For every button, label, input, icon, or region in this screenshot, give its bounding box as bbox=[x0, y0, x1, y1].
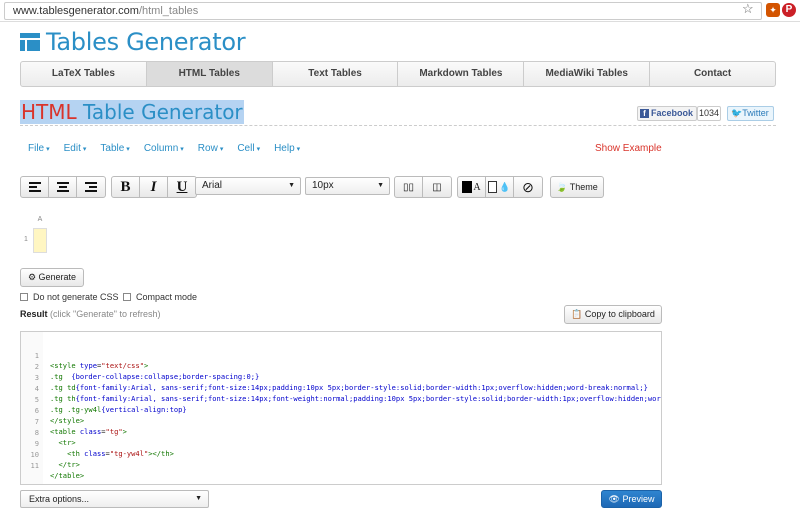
clipboard-icon: 📋 bbox=[571, 309, 583, 319]
format-group: B I U bbox=[111, 176, 197, 198]
column-header: A bbox=[37, 216, 43, 223]
menu-bar: File ▾ Edit ▾ Table ▾ Column ▾ Row ▾ Cell ▾ He… bbox=[28, 143, 314, 155]
code-line: 7 <table class="tg"> bbox=[34, 417, 127, 436]
tab-contact[interactable]: Contact bbox=[650, 62, 775, 86]
menu-edit[interactable]: Edit ▾ bbox=[64, 143, 87, 155]
font-size-select[interactable]: 10px ▼ bbox=[305, 177, 390, 195]
copy-to-clipboard-button[interactable]: 📋 Copy to clipboard bbox=[564, 305, 662, 324]
tab-markdown-tables[interactable]: Markdown Tables bbox=[398, 62, 525, 86]
tab-html-tables[interactable]: HTML Tables bbox=[146, 62, 273, 86]
code-line: 9 <th class="tg-yw4l"></th> bbox=[34, 439, 174, 458]
menu-cell[interactable]: Cell ▾ bbox=[237, 143, 260, 155]
no-css-checkbox[interactable] bbox=[20, 293, 28, 301]
text-color-button[interactable]: A bbox=[458, 177, 486, 197]
twitter-share-button[interactable]: 🐦Twitter bbox=[727, 106, 774, 121]
align-center-icon bbox=[56, 182, 69, 192]
leaf-icon: 🍃 bbox=[556, 182, 568, 192]
code-line: 1 <style type="text/css"> bbox=[34, 351, 149, 370]
url-text[interactable]: www.tablesgenerator.com/html_tables bbox=[13, 5, 198, 17]
preview-button[interactable]: 👁 Preview bbox=[601, 490, 662, 508]
site-logo[interactable]: Tables Generator bbox=[46, 28, 246, 56]
row-header: 1 bbox=[24, 236, 28, 243]
code-line: 2 .tg {border-collapse:collapse;border-s… bbox=[34, 362, 260, 381]
font-family-select[interactable]: Arial ▼ bbox=[195, 177, 301, 195]
compact-mode-label: Compact mode bbox=[136, 292, 198, 302]
align-right-icon bbox=[85, 182, 97, 192]
bold-button[interactable]: B bbox=[112, 177, 140, 197]
split-cells-icon: ◫ bbox=[432, 181, 442, 193]
chevron-down-icon: ▼ bbox=[377, 182, 384, 189]
main-nav: LaTeX Tables HTML Tables Text Tables Mar… bbox=[20, 61, 776, 87]
twitter-icon: 🐦 bbox=[731, 108, 743, 118]
merge-cells-icon: ▯▯ bbox=[402, 181, 414, 193]
menu-row[interactable]: Row ▾ bbox=[198, 143, 224, 155]
generate-button[interactable]: ⚙ Generate bbox=[20, 268, 84, 287]
tab-text-tables[interactable]: Text Tables bbox=[273, 62, 399, 86]
underline-button[interactable]: U bbox=[168, 177, 196, 197]
theme-button[interactable]: 🍃 Theme bbox=[550, 176, 604, 198]
clear-format-button[interactable]: ⊘ bbox=[514, 177, 542, 197]
code-line: 8 <tr> bbox=[34, 428, 76, 447]
alignment-group bbox=[20, 176, 106, 198]
align-right-button[interactable] bbox=[77, 177, 105, 197]
extension-icon[interactable]: ✦ bbox=[766, 3, 780, 17]
tab-latex-tables[interactable]: LaTeX Tables bbox=[21, 62, 147, 86]
merge-group: ▯▯ ◫ bbox=[394, 176, 452, 198]
code-line: 4 .tg th{font-family:Arial, sans-serif;f… bbox=[34, 384, 661, 403]
extra-options-select[interactable]: Extra options... ▼ bbox=[20, 490, 209, 508]
result-label: Result (click "Generate" to refresh) bbox=[20, 309, 161, 319]
code-line: 3 .tg td{font-family:Arial, sans-serif;f… bbox=[34, 373, 648, 392]
star-icon[interactable]: ☆ bbox=[742, 1, 754, 17]
page-title: HTML Table Generator bbox=[20, 100, 244, 124]
align-left-icon bbox=[28, 182, 41, 192]
color-group: A 💧 ⊘ bbox=[457, 176, 543, 198]
align-center-button[interactable] bbox=[49, 177, 77, 197]
chevron-down-icon: ▼ bbox=[288, 182, 295, 189]
fill-drop-icon: 💧 bbox=[499, 181, 511, 192]
pinterest-icon[interactable]: P bbox=[782, 3, 796, 17]
address-bar[interactable]: www.tablesgenerator.com/html_tables bbox=[4, 2, 762, 20]
divider bbox=[20, 125, 776, 126]
code-line: 5 .tg .tg-yw4l{vertical-align:top} bbox=[34, 395, 187, 414]
bg-color-button[interactable]: 💧 bbox=[486, 177, 514, 197]
show-example-link[interactable]: Show Example bbox=[595, 143, 662, 154]
italic-button[interactable]: I bbox=[140, 177, 168, 197]
facebook-icon: f bbox=[640, 109, 649, 118]
compact-mode-checkbox[interactable] bbox=[123, 293, 131, 301]
code-output[interactable]: 1 <style type="text/css"> 2 .tg {border-… bbox=[20, 331, 662, 485]
chevron-down-icon: ▼ bbox=[195, 495, 202, 502]
bg-color-swatch-icon bbox=[488, 181, 498, 193]
text-color-swatch-icon bbox=[462, 181, 473, 193]
code-line: 10 </tr> bbox=[30, 450, 80, 469]
tab-mediawiki-tables[interactable]: MediaWiki Tables bbox=[524, 62, 651, 86]
logo-icon[interactable] bbox=[20, 33, 40, 51]
code-line: 11 </table> bbox=[30, 461, 85, 480]
menu-table[interactable]: Table ▾ bbox=[100, 143, 129, 155]
eye-icon: 👁 bbox=[608, 494, 620, 504]
gears-icon: ⚙ bbox=[27, 272, 37, 282]
menu-column[interactable]: Column ▾ bbox=[144, 143, 184, 155]
menu-file[interactable]: File ▾ bbox=[28, 143, 50, 155]
no-css-label: Do not generate CSS bbox=[33, 292, 119, 302]
align-left-button[interactable] bbox=[21, 177, 49, 197]
browser-toolbar: www.tablesgenerator.com/html_tables ☆ ✦ … bbox=[0, 0, 800, 22]
menu-help[interactable]: Help ▾ bbox=[274, 143, 300, 155]
facebook-share-button[interactable]: f Facebook bbox=[637, 106, 698, 121]
no-entry-icon: ⊘ bbox=[522, 178, 534, 195]
share-count: 1034 bbox=[697, 106, 721, 121]
split-cells-button[interactable]: ◫ bbox=[423, 177, 451, 197]
table-cell[interactable] bbox=[33, 228, 47, 253]
merge-cells-button[interactable]: ▯▯ bbox=[395, 177, 423, 197]
code-line: 6 </style> bbox=[34, 406, 85, 425]
